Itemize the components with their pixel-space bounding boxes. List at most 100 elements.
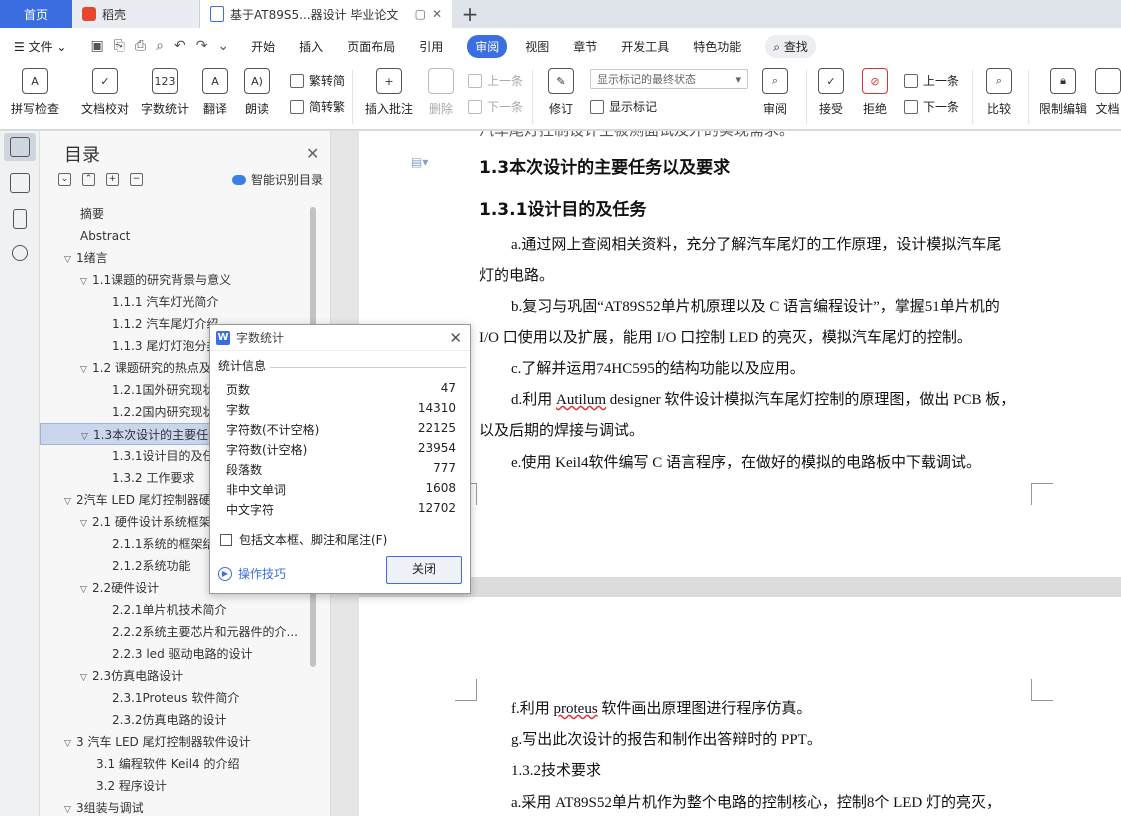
menu-item-features[interactable]: 特色功能 bbox=[693, 38, 741, 55]
expand-chevron-icon[interactable]: ▽ bbox=[64, 249, 76, 269]
toc-item[interactable]: 1.1.1 汽车灯光简介 bbox=[40, 291, 310, 313]
paragraph-line: a.通过网上查阅相关资料，充分了解汽车尾灯的工作原理，设计模拟汽车尾 bbox=[511, 237, 1002, 253]
tab-close-icon[interactable]: ✕ bbox=[432, 7, 442, 21]
toc-item-label: 1.1.1 汽车灯光简介 bbox=[112, 295, 219, 309]
menu-item-reference[interactable]: 引用 bbox=[419, 38, 443, 55]
prev-change-button[interactable]: 上一条 bbox=[904, 72, 959, 89]
add-heading-icon[interactable]: + bbox=[106, 173, 119, 186]
print-icon[interactable]: ⎙ bbox=[135, 38, 146, 54]
expand-chevron-icon[interactable]: ▽ bbox=[64, 799, 76, 816]
toc-item-label: 2.2.3 led 驱动电路的设计 bbox=[112, 647, 253, 661]
close-icon[interactable]: ✕ bbox=[306, 144, 319, 163]
toc-item[interactable]: 2.2.3 led 驱动电路的设计 bbox=[40, 643, 310, 665]
toc-item[interactable]: ▽ 1绪言 bbox=[40, 247, 310, 269]
trad-to-simp-button[interactable]: 繁转简 bbox=[290, 72, 345, 89]
redo-icon[interactable]: ↷ bbox=[196, 38, 208, 54]
paragraph-options-icon[interactable]: ▤▾ bbox=[411, 155, 428, 169]
smart-toc-button[interactable]: 智能识别目录 bbox=[232, 171, 323, 188]
toc-item[interactable]: ▽ 3 汽车 LED 尾灯控制器软件设计 bbox=[40, 731, 310, 753]
next-comment-button[interactable]: 下一条 bbox=[468, 98, 523, 115]
reject-button[interactable]: ⊘ 拒绝 bbox=[846, 68, 904, 117]
toc-item[interactable]: 2.2.1单片机技术简介 bbox=[40, 599, 310, 621]
docer-logo-icon bbox=[82, 7, 96, 21]
menu-item-start[interactable]: 开始 bbox=[251, 38, 275, 55]
stat-value: 777 bbox=[433, 461, 456, 475]
stat-label: 字数 bbox=[226, 403, 251, 417]
paragraph-line: g.写出此次设计的报告和制作出答辩时的 PPT。 bbox=[511, 732, 822, 748]
delete-comment-button[interactable]: 删除 bbox=[412, 68, 470, 117]
review-pane-button[interactable]: ⌕ 审阅 bbox=[746, 68, 804, 117]
menu-item-view[interactable]: 视图 bbox=[525, 38, 549, 55]
expand-chevron-icon[interactable]: ▽ bbox=[80, 359, 92, 379]
file-menu[interactable]: ☰ 文件 ⌄ bbox=[14, 38, 66, 55]
close-icon[interactable]: ✕ bbox=[449, 329, 462, 347]
document-page[interactable]: 汽车尾灯控制设计主被测面试及外的实现需求。 ▤▾ 1.3本次设计的主要任务以及要… bbox=[359, 131, 1121, 577]
insert-comment-button[interactable]: + 插入批注 bbox=[360, 68, 418, 117]
compare-button[interactable]: ⌕ 比较 bbox=[970, 68, 1028, 117]
toc-item[interactable]: 2.3.2仿真电路的设计 bbox=[40, 709, 310, 731]
tab-home[interactable]: 首页 bbox=[0, 0, 72, 28]
show-markup-button[interactable]: 显示标记 bbox=[590, 98, 657, 115]
simp-to-trad-button[interactable]: 简转繁 bbox=[290, 98, 345, 115]
spelling-error-word: proteus bbox=[553, 701, 598, 717]
reject-icon: ⊘ bbox=[862, 68, 888, 94]
markup-state-select[interactable]: 显示标记的最终状态 ▾ bbox=[590, 69, 748, 89]
navigation-icon[interactable] bbox=[10, 173, 30, 193]
tab-document[interactable]: 基于AT89S5...器设计 毕业论文 ▢ ✕ bbox=[200, 0, 452, 28]
toc-item[interactable]: 2.2.2系统主要芯片和元器件的介... bbox=[40, 621, 310, 643]
menu-item-developer[interactable]: 开发工具 bbox=[621, 38, 669, 55]
save-icon[interactable]: ▣ bbox=[90, 38, 103, 54]
show-markup-icon bbox=[590, 99, 604, 114]
remove-heading-icon[interactable]: − bbox=[130, 173, 143, 186]
toc-item[interactable]: 摘要 bbox=[40, 203, 310, 225]
expand-chevron-icon[interactable]: ▽ bbox=[64, 491, 76, 511]
file-menu-label: 文件 bbox=[28, 39, 53, 54]
translate-label: 翻译 bbox=[202, 102, 227, 116]
toc-item[interactable]: 3.1 编程软件 Keil4 的介绍 bbox=[40, 753, 310, 775]
expand-chevron-icon[interactable]: ▽ bbox=[81, 426, 93, 444]
preview-icon[interactable]: ⌕ bbox=[156, 38, 164, 54]
tips-link[interactable]: ▶ 操作技巧 bbox=[218, 565, 286, 582]
expand-chevron-icon[interactable]: ▽ bbox=[80, 513, 92, 533]
document-permission-button[interactable]: 文档 bbox=[1094, 68, 1121, 117]
menu-item-chapter[interactable]: 章节 bbox=[573, 38, 597, 55]
revise-button[interactable]: ✎ 修订 bbox=[532, 68, 590, 117]
more-icon[interactable]: ⌄ bbox=[217, 38, 229, 54]
menu-item-insert[interactable]: 插入 bbox=[299, 38, 323, 55]
tab-draft[interactable]: 稻壳 bbox=[72, 0, 200, 28]
toc-item[interactable]: 3.2 程序设计 bbox=[40, 775, 310, 797]
export-icon[interactable]: ⎘ bbox=[114, 38, 125, 54]
undo-icon[interactable]: ↶ bbox=[174, 38, 186, 54]
restrict-edit-button[interactable]: 🔒︎ 限制编辑 bbox=[1034, 68, 1092, 117]
checkbox-box[interactable] bbox=[220, 533, 232, 546]
search-button[interactable]: ⌕ 查找 bbox=[765, 34, 816, 58]
bookmark-icon[interactable] bbox=[13, 209, 27, 229]
close-button[interactable]: 关闭 bbox=[386, 556, 462, 584]
expand-chevron-icon[interactable]: ▽ bbox=[80, 579, 92, 599]
toc-item[interactable]: 2.3.1Proteus 软件简介 bbox=[40, 687, 310, 709]
toc-item-label: 2.2.2系统主要芯片和元器件的介... bbox=[112, 625, 298, 639]
include-footnotes-checkbox[interactable]: 包括文本框、脚注和尾注(F) bbox=[220, 531, 387, 548]
read-aloud-button[interactable]: A) 朗读 bbox=[228, 68, 286, 117]
toc-item[interactable]: ▽ 2.3仿真电路设计 bbox=[40, 665, 310, 687]
proofread-button[interactable]: ✓ 文档校对 bbox=[76, 68, 134, 117]
expand-chevron-icon[interactable]: ▽ bbox=[80, 271, 92, 291]
expand-chevron-icon[interactable]: ▽ bbox=[64, 733, 76, 753]
new-tab-button[interactable]: + bbox=[452, 0, 488, 28]
toc-item[interactable]: ▽ 1.1课题的研究背景与意义 bbox=[40, 269, 310, 291]
tab-window-icon[interactable]: ▢ bbox=[415, 7, 426, 21]
prev-comment-button[interactable]: 上一条 bbox=[468, 72, 523, 89]
expand-all-icon[interactable]: ⌃ bbox=[82, 173, 95, 186]
collapse-all-icon[interactable]: ⌄ bbox=[58, 173, 71, 186]
dialog-title-bar[interactable]: W 字数统计 ✕ bbox=[210, 325, 470, 351]
next-change-button[interactable]: 下一条 bbox=[904, 98, 959, 115]
expand-chevron-icon[interactable]: ▽ bbox=[80, 667, 92, 687]
menu-item-review[interactable]: 审阅 bbox=[467, 34, 508, 58]
menu-item-layout[interactable]: 页面布局 bbox=[347, 38, 395, 55]
toc-item[interactable]: Abstract bbox=[40, 225, 310, 247]
toc-panel-icon[interactable] bbox=[10, 137, 30, 157]
document-page[interactable]: f.利用 proteus 软件画出原理图进行程序仿真。 g.写出此次设计的报告和… bbox=[359, 597, 1121, 816]
search-panel-icon[interactable] bbox=[12, 245, 28, 261]
toc-item[interactable]: ▽ 3组装与调试 bbox=[40, 797, 310, 816]
spell-check-button[interactable]: A 拼写检查 bbox=[6, 68, 64, 117]
